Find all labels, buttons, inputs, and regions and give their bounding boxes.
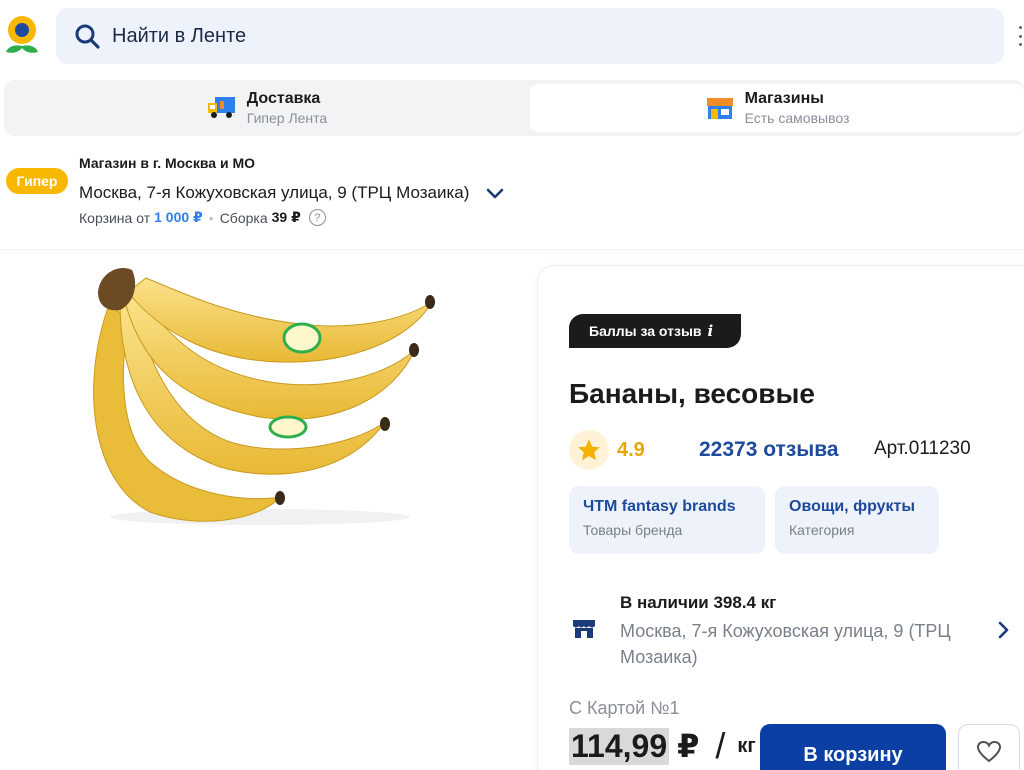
question-icon[interactable]: ? (308, 209, 326, 226)
category-chip-title: Овощи, фрукты (789, 498, 916, 515)
category-chip[interactable]: Овощи, фрукты Категория (775, 486, 939, 554)
separator-dot: • (208, 209, 214, 226)
store-conditions: Корзина от 1 000 ₽ • Сборка 39 ₽ ? (79, 209, 326, 226)
kebab-menu-icon[interactable] (1019, 26, 1023, 46)
brand-chip-subtitle: Товары бренда (583, 522, 683, 538)
category-chip-subtitle: Категория (789, 522, 855, 538)
heart-icon (976, 740, 1002, 769)
store-address: Москва, 7-я Кожуховская улица, 9 (ТРЦ Мо… (79, 183, 470, 202)
tab-delivery[interactable]: Доставка Гипер Лента (4, 84, 530, 132)
star-icon (569, 430, 609, 470)
favorite-button[interactable] (958, 724, 1020, 770)
store-icon (571, 616, 597, 640)
store-format-badge: Гипер (6, 168, 68, 194)
brand-chip-title: ЧТМ fantasy brands (583, 498, 736, 515)
search-icon[interactable] (74, 23, 100, 49)
banana-bunch-image[interactable] (80, 262, 450, 532)
assembly-value: 39 ₽ (271, 209, 301, 225)
chevron-down-icon[interactable] (485, 186, 505, 200)
delivery-subtitle: Гипер Лента (246, 110, 328, 126)
price-value: 114,99 (569, 727, 670, 765)
search-input[interactable] (112, 24, 712, 48)
points-for-review-badge[interactable]: Баллы за отзыв i (569, 314, 742, 348)
store-region-title: Магазин в г. Москва и МО (79, 155, 255, 171)
chevron-right-icon[interactable] (996, 620, 1010, 640)
delivery-mode-switch: Доставка Гипер Лента Магазины Есть самов… (4, 80, 1024, 136)
delivery-truck-icon (207, 95, 237, 121)
availability-title[interactable]: В наличии 398.4 кг (620, 593, 776, 613)
stores-subtitle: Есть самовывоз (744, 110, 850, 126)
loyalty-card-price-label: С Картой №1 (569, 698, 680, 718)
product-title: Бананы, весовые (569, 378, 815, 409)
add-to-cart-button[interactable]: В корзину (760, 724, 946, 770)
article-number: Арт.011230 (874, 438, 971, 459)
brand-chip[interactable]: ЧТМ fantasy brands Товары бренда (569, 486, 765, 554)
cart-min-value: 1 000 ₽ (154, 209, 203, 225)
product-rating: 4.9 (569, 430, 645, 470)
price-currency: ₽ (677, 728, 700, 764)
search-bar[interactable] (56, 8, 1004, 64)
rating-value: 4.9 (617, 438, 645, 461)
store-icon (705, 95, 735, 121)
assembly-label: Сборка (219, 209, 268, 226)
price-separator: / (715, 725, 726, 766)
info-icon: i (707, 322, 714, 340)
tab-stores[interactable]: Магазины Есть самовывоз (530, 84, 1024, 132)
price-unit: кг (737, 734, 756, 757)
sunflower-logo-icon[interactable] (4, 14, 40, 58)
cart-min-label: Корзина от (79, 209, 151, 226)
delivery-title: Доставка (246, 90, 321, 107)
stores-title: Магазины (744, 90, 824, 107)
availability-address[interactable]: Москва, 7-я Кожуховская улица, 9 (ТРЦ Мо… (620, 618, 980, 670)
reviews-link[interactable]: 22373 отзыва (699, 438, 839, 462)
points-badge-label: Баллы за отзыв (589, 323, 702, 339)
price-block: 114,99 ₽ / кг (569, 724, 756, 768)
product-page: Доставка Гипер Лента Магазины Есть самов… (0, 0, 1024, 770)
store-address-selector[interactable]: Москва, 7-я Кожуховская улица, 9 (ТРЦ Мо… (79, 183, 505, 203)
